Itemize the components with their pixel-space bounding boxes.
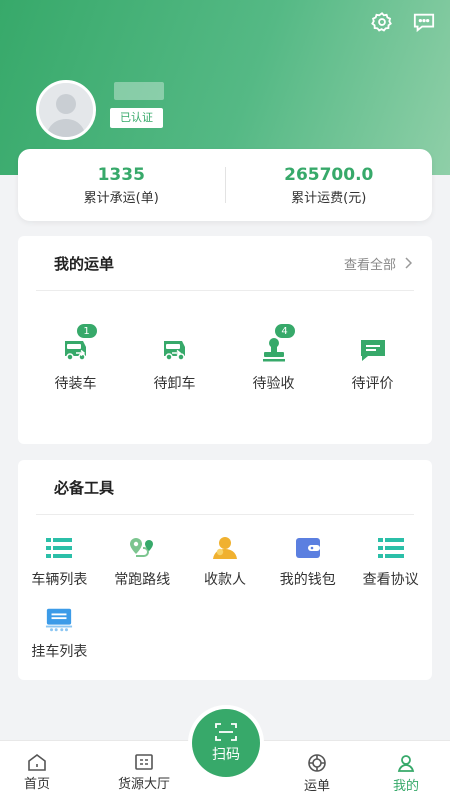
home-icon [28,754,46,771]
orders-title: 我的运单 [54,254,115,273]
order-pending-unloading[interactable]: 待卸车 [125,335,224,393]
list-icon [45,535,73,561]
tool-vehicle-list[interactable]: 车辆列表 [18,535,101,589]
user-icon [397,755,415,772]
freight-value: 265700.0 [284,164,374,185]
comment-icon [357,335,389,365]
scan-label: 扫码 [212,747,240,763]
order-label: 待卸车 [153,376,196,392]
avatar[interactable] [36,80,96,140]
order-status-row: 1 待装车 待卸车 4 待验收 待评价 [18,291,432,393]
tool-wallet[interactable]: 我的钱包 [266,535,349,589]
tool-label: 查看协议 [362,572,419,588]
tool-frequent-routes[interactable]: 常跑路线 [101,535,184,589]
stat-freight: 265700.0 累计运费(元) [226,165,433,206]
shipments-value: 1335 [97,164,145,185]
stat-shipments: 1335 累计承运(单) [18,165,225,206]
tool-label: 收款人 [203,572,246,588]
order-label: 待装车 [54,376,97,392]
order-pending-review[interactable]: 待评价 [323,335,422,393]
tools-title: 必备工具 [54,478,115,497]
stats-card: 1335 累计承运(单) 265700.0 累计运费(元) [18,149,432,221]
tool-view-agreement[interactable]: 查看协议 [349,535,432,589]
order-label: 待评价 [351,376,394,392]
verified-badge: 已认证 [110,108,163,128]
wallet-icon [294,535,322,561]
top-icons [370,10,436,34]
nav-home[interactable]: 首页 [24,741,50,792]
nav-waybill-label: 运单 [304,779,331,794]
tool-label: 车辆列表 [31,572,88,588]
cargo-hall-icon [135,754,153,770]
view-all-label: 查看全部 [343,257,396,273]
trailer-icon [45,607,73,633]
nav-waybill[interactable]: 运单 [304,741,330,794]
orders-header: 我的运单 查看全部 [18,236,432,290]
route-icon [128,535,156,561]
order-pending-acceptance[interactable]: 4 待验收 [224,323,323,393]
view-all-link[interactable]: 查看全部 [344,254,412,273]
nav-cargo-hall-label: 货源大厅 [118,777,171,792]
settings-icon[interactable] [370,10,394,34]
nav-mine[interactable]: 我的 [393,741,419,794]
order-pending-loading[interactable]: 1 待装车 [26,323,125,393]
tools-card: 必备工具 车辆列表 常跑路线 收款人 我的钱包 查看协议 挂车列表 [18,460,432,680]
tool-label: 我的钱包 [279,572,336,588]
freight-label: 累计运费(元) [291,190,367,206]
nav-mine-label: 我的 [393,779,420,794]
order-label: 待验收 [252,376,295,392]
stamp-icon: 4 [258,323,296,365]
payee-icon [211,535,239,561]
message-icon[interactable] [412,10,436,34]
nav-home-label: 首页 [24,777,51,792]
list-icon [377,535,405,561]
username-placeholder [114,82,164,100]
scan-icon [215,723,237,741]
waybill-icon [308,754,326,772]
chevron-right-icon [405,257,412,269]
pending-loading-badge: 1 [75,323,98,339]
tool-label: 挂车列表 [31,644,88,660]
orders-card: 我的运单 查看全部 1 待装车 待卸车 4 待验收 待评价 [18,236,432,444]
shipments-label: 累计承运(单) [83,190,159,206]
tools-grid: 车辆列表 常跑路线 收款人 我的钱包 查看协议 挂车列表 [18,515,432,679]
truck-loading-icon: 1 [60,323,98,365]
tool-trailer-list[interactable]: 挂车列表 [18,607,101,661]
pending-acceptance-badge: 4 [273,323,296,339]
nav-cargo-hall[interactable]: 货源大厅 [118,741,170,792]
scan-button[interactable]: 扫码 [192,709,260,777]
tool-label: 常跑路线 [114,572,171,588]
truck-unloading-icon [159,335,191,365]
tools-header: 必备工具 [18,460,432,514]
tool-payee[interactable]: 收款人 [184,535,267,589]
